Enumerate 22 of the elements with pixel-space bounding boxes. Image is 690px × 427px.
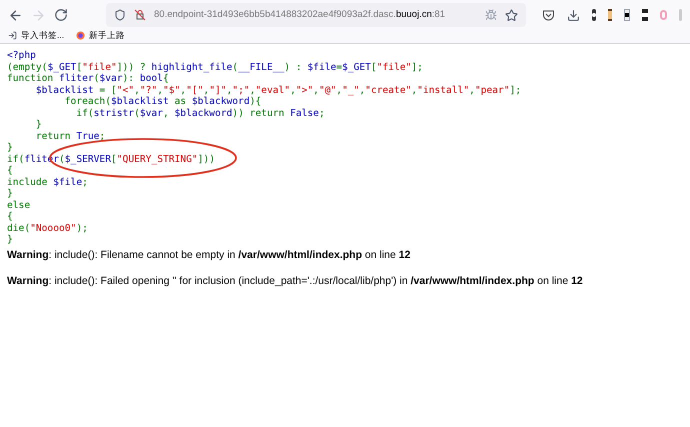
code-line: { [7,211,13,222]
code-line: include $file; [7,176,88,188]
bookmark-link[interactable]: 导入书签... [21,29,64,42]
warning-message: Warning: include(): Filename cannot be empty in /var/www/html/index.php on line 12 [7,248,410,262]
code-line: else [7,200,30,211]
code-line: if(stristr($var, $blackword)) return False; [75,108,325,119]
code-line: return True; [34,130,106,142]
code-line: <?php [7,50,36,62]
code-line: function fliter($var): bool{ [7,73,169,84]
warning-message: Warning: include(): Failed opening '' for inclusion (include_path='.:/usr/local/lib/php') in /var/www/html/index.php on line 12 [7,274,583,290]
code-line: die("Noooo0"); [7,222,88,234]
url-text: 80.endpoint-31d493e6bb5b414883202ae4f9093a2f.dasc.buuoj.cn:81 [154,8,446,22]
code-line: } [7,188,13,200]
code-line: } [34,119,42,130]
code-line: } [7,234,13,246]
code-line: foreach($blacklist as $blackword){ [64,96,262,108]
address-bar[interactable]: 80.endpoint-31d493e6bb5b414883202ae4f9093a2f.dasc.buuoj.cn:81 [106,3,526,27]
bookmark-link[interactable]: 新手上路 [89,29,126,42]
code-line: } [7,142,13,154]
code-line: (empty($_GET["file"])) ? highlight_file(__FILE__) : $file=$_GET["file"]; [7,62,423,73]
code-line: $blacklist = ["<","?","$","[","]",";","eval",">","@","_","create","install","pear"]; [34,84,522,96]
code-line: { [7,165,13,176]
